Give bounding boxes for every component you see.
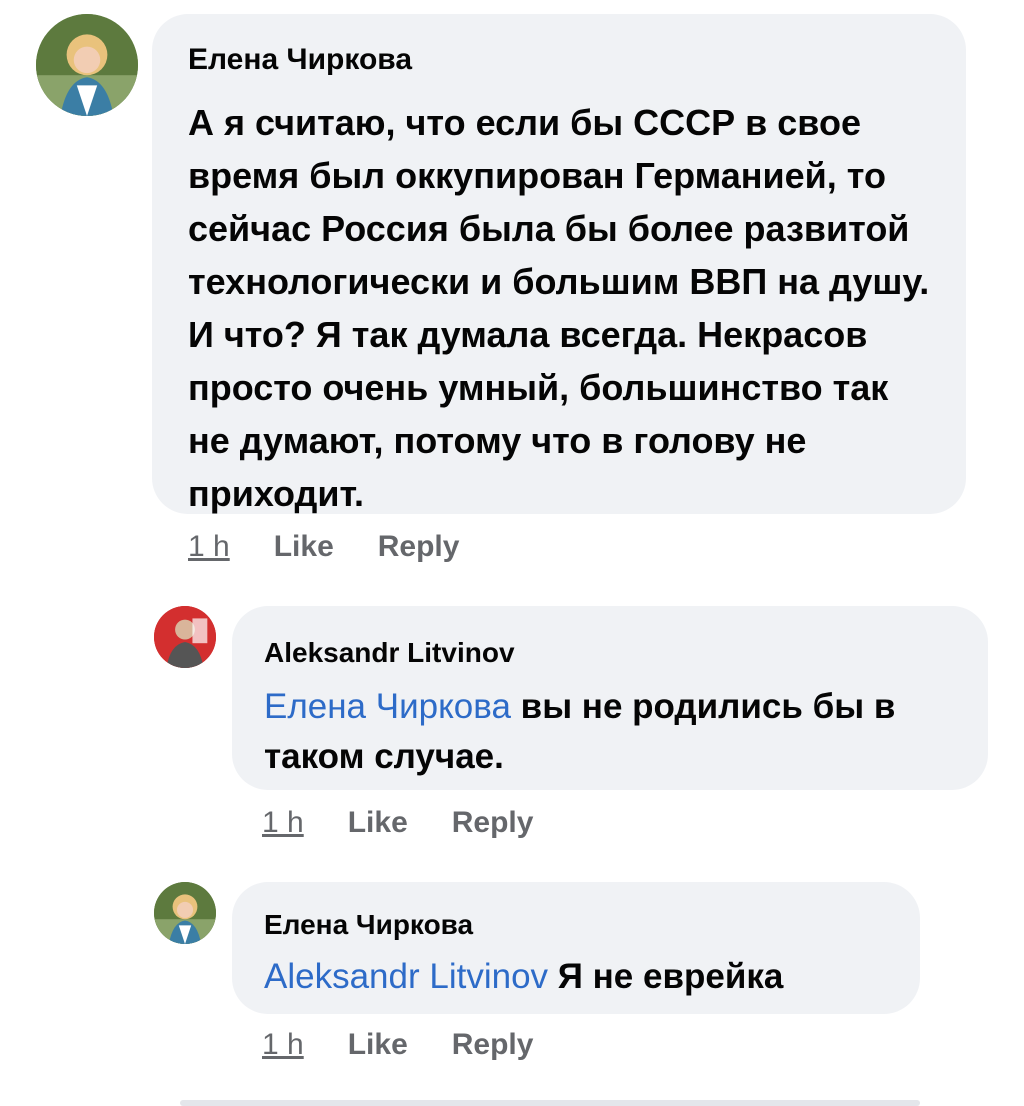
avatar[interactable] bbox=[154, 882, 216, 944]
comment-actions: 1 h Like Reply bbox=[262, 806, 533, 840]
comment-text: А я считаю, что если бы СССР в свое врем… bbox=[188, 102, 930, 514]
comment-bubble: Елена Чиркова Aleksandr Litvinov Я не ев… bbox=[232, 882, 920, 1014]
next-comment-edge bbox=[180, 1100, 920, 1106]
comment-bubble: Aleksandr Litvinov Елена Чиркова вы не р… bbox=[232, 606, 988, 790]
mention-link[interactable]: Aleksandr Litvinov bbox=[264, 957, 548, 996]
comment-timestamp[interactable]: 1 h bbox=[188, 530, 230, 564]
reply-button[interactable]: Reply bbox=[452, 806, 534, 840]
avatar[interactable] bbox=[154, 606, 216, 668]
like-button[interactable]: Like bbox=[348, 1028, 408, 1062]
comment-text-body: Я не еврейка bbox=[557, 957, 784, 996]
reply-button[interactable]: Reply bbox=[378, 530, 460, 564]
comment-author[interactable]: Елена Чиркова bbox=[188, 42, 930, 78]
like-button[interactable]: Like bbox=[348, 806, 408, 840]
reply-button[interactable]: Reply bbox=[452, 1028, 534, 1062]
comment-author[interactable]: Елена Чиркова bbox=[264, 908, 888, 942]
comment-timestamp[interactable]: 1 h bbox=[262, 1028, 304, 1062]
comment-actions: 1 h Like Reply bbox=[262, 1028, 533, 1062]
avatar[interactable] bbox=[36, 14, 138, 116]
avatar-photo-icon bbox=[154, 882, 216, 944]
comment-bubble: Елена Чиркова А я считаю, что если бы СС… bbox=[152, 14, 966, 514]
like-button[interactable]: Like bbox=[274, 530, 334, 564]
comment-timestamp[interactable]: 1 h bbox=[262, 806, 304, 840]
comment-actions: 1 h Like Reply bbox=[188, 530, 459, 564]
comment-text: Aleksandr Litvinov Я не еврейка bbox=[264, 952, 888, 1002]
avatar-photo-icon bbox=[36, 14, 138, 116]
avatar-photo-icon bbox=[154, 606, 216, 668]
comment-text: Елена Чиркова вы не родились бы в таком … bbox=[264, 682, 956, 782]
comment-author[interactable]: Aleksandr Litvinov bbox=[264, 636, 956, 670]
mention-link[interactable]: Елена Чиркова bbox=[264, 687, 511, 726]
